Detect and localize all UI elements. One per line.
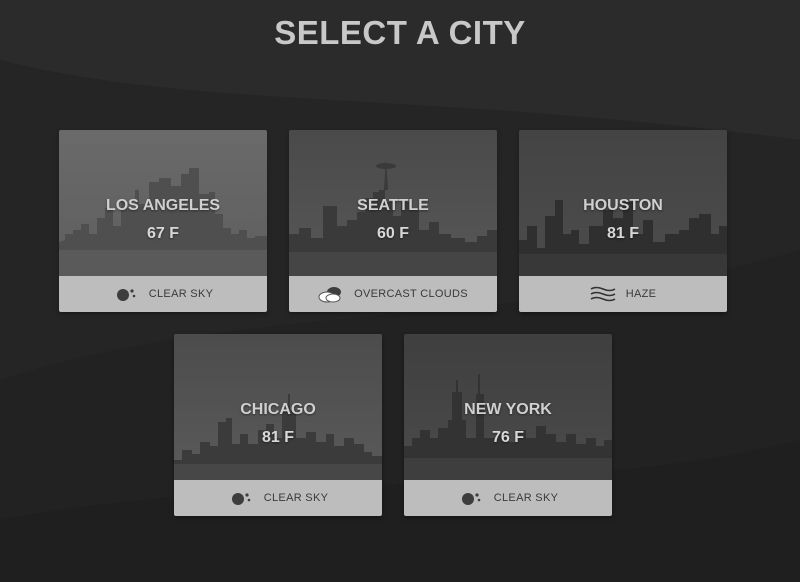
weather-condition: CLEAR SKY	[263, 492, 329, 504]
weather-condition: CLEAR SKY	[148, 288, 214, 300]
city-card-seattle[interactable]: SEATTLE 60 F OVERCAST CLOUDS	[289, 130, 497, 312]
weather-footer: CLEAR SKY	[59, 276, 267, 312]
clear-sky-icon	[231, 493, 251, 505]
haze-icon	[590, 286, 616, 302]
city-temperature: 60 F	[376, 225, 409, 242]
city-name: NEW YORK	[464, 401, 552, 418]
clear-sky-icon	[116, 289, 136, 301]
city-temperature: 81 F	[261, 429, 294, 446]
weather-footer: CLEAR SKY	[404, 480, 612, 516]
city-card-hero: LOS ANGELES 67 F	[59, 130, 267, 276]
city-card-hero: NEW YORK 76 F	[404, 334, 612, 480]
city-card-hero: HOUSTON 81 F	[519, 130, 727, 276]
city-temperature: 81 F	[606, 225, 639, 242]
weather-condition: HAZE	[625, 288, 657, 300]
city-card-new-york[interactable]: NEW YORK 76 F CLEAR SKY	[404, 334, 612, 516]
city-card-hero: SEATTLE 60 F	[289, 130, 497, 276]
city-card-los-angeles[interactable]: LOS ANGELES 67 F CLEAR SKY	[59, 130, 267, 312]
weather-footer: HAZE	[519, 276, 727, 312]
city-temperature: 76 F	[491, 429, 524, 446]
city-name: LOS ANGELES	[105, 197, 221, 214]
weather-condition: CLEAR SKY	[493, 492, 559, 504]
city-card-chicago[interactable]: CHICAGO 81 F CLEAR SKY	[174, 334, 382, 516]
clear-sky-icon	[461, 493, 481, 505]
weather-condition: OVERCAST CLOUDS	[354, 288, 468, 300]
weather-footer: CLEAR SKY	[174, 480, 382, 516]
overcast-clouds-icon	[318, 287, 342, 303]
city-card-houston[interactable]: HOUSTON 81 F HAZE	[519, 130, 727, 312]
city-card-hero: CHICAGO 81 F	[174, 334, 382, 480]
weather-footer: OVERCAST CLOUDS	[289, 276, 497, 312]
city-name: CHICAGO	[240, 401, 316, 418]
page-title: SELECT A CITY	[274, 14, 526, 51]
city-temperature: 67 F	[146, 225, 179, 242]
city-name: HOUSTON	[583, 197, 663, 214]
city-name: SEATTLE	[357, 197, 429, 214]
